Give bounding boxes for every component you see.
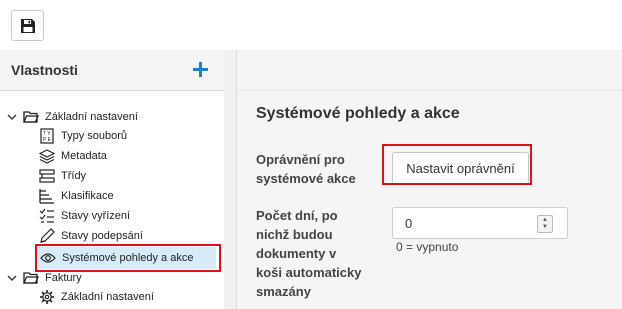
tree-item-metadata[interactable]: Metadata [38,146,107,166]
svg-text:P E: P E [43,137,52,143]
tree-item-faktury[interactable]: Faktury [22,268,82,288]
panel-splitter[interactable] [224,50,237,309]
tree-item-faktury-zakladni-nastaveni[interactable]: Základní nastavení [38,287,154,307]
tree-item-tridy[interactable]: Třídy [38,166,86,186]
tree-item-klasifikace[interactable]: Klasifikace [38,186,114,206]
properties-panel-header: Vlastnosti [0,50,224,91]
panel-title: Vlastnosti [11,62,78,78]
add-button[interactable] [190,59,210,79]
classes-icon [38,167,56,185]
detail-panel: Systémové pohledy a akce Oprávnění pro s… [237,50,622,309]
tree-item-label: Stavy podepsání [61,230,143,242]
chevron-down-icon[interactable] [7,273,17,283]
chevron-down-icon[interactable] [7,112,17,122]
tree-item-label: Faktury [45,272,82,284]
layers-icon [38,147,56,165]
floppy-disk-icon [20,18,35,33]
tree-item-label: Stavy vyřízení [61,210,131,222]
spinner-arrows-icon[interactable]: ▲ ▼ [537,215,553,233]
days-label: Počet dní, po nichž budou dokumenty v ko… [256,208,362,299]
tree-item-label: Třídy [61,170,87,182]
tree-item-label: Metadata [61,150,107,162]
tree-item-label: Základní nastavení [61,291,154,303]
pen-icon [38,227,56,245]
gear-icon [38,288,56,306]
properties-tree: Základní nastavení T YP E Typy souborů M… [0,90,224,309]
checklist-icon [38,207,56,225]
days-hint: 0 = vypnuto [396,240,459,254]
plus-icon [192,61,208,77]
tree-item-label: Systémové pohledy a akce [62,252,194,264]
properties-panel: Vlastnosti Základní nastavení T YP E Typ… [0,50,225,309]
toolbar [0,0,622,51]
tree-item-zakladni-nastaveni[interactable]: Základní nastavení [22,107,138,127]
tree-item-systemove-pohledy-a-akce[interactable]: Systémové pohledy a akce [38,247,216,269]
tree-item-stavy-vyrizeni[interactable]: Stavy vyřízení [38,206,130,226]
tree-item-label: Typy souborů [61,130,128,142]
tree-item-typy-souboru[interactable]: T YP E Typy souborů [38,126,127,146]
set-permissions-button[interactable]: Nastavit oprávnění [392,152,529,184]
tree-item-stavy-podepsani[interactable]: Stavy podepsání [38,226,143,246]
save-button[interactable] [11,10,44,41]
eye-icon [39,249,57,267]
days-input[interactable]: 0 ▲ ▼ [392,207,568,239]
tree-item-label: Klasifikace [61,190,114,202]
section-title: Systémové pohledy a akce [256,105,460,122]
folder-open-icon [22,269,40,287]
folder-open-icon [22,108,40,126]
days-input-value: 0 [405,216,413,231]
detail-panel-header [237,50,622,91]
tree-item-label: Základní nastavení [45,111,138,123]
file-types-icon: T YP E [38,127,56,145]
classification-icon [38,187,56,205]
permissions-label: Oprávnění pro systémové akce [256,152,356,186]
